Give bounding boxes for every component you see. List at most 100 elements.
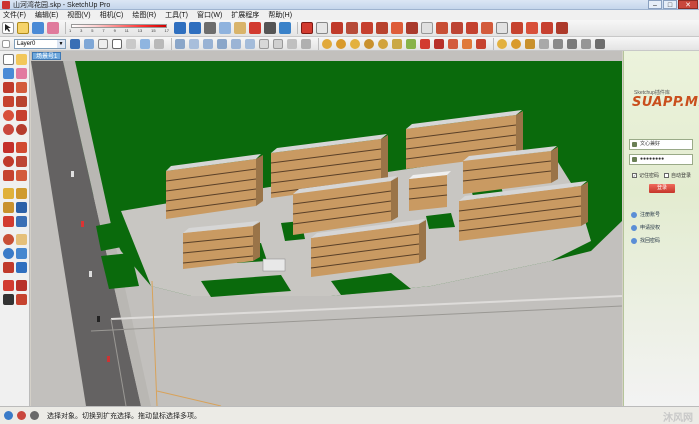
su-logo-icon[interactable] <box>301 22 313 34</box>
shaded-textures-icon[interactable] <box>140 38 150 49</box>
plugin-b-icon[interactable] <box>350 38 360 49</box>
select-tool-icon[interactable] <box>3 54 14 65</box>
menu-extensions[interactable]: 扩展程序 <box>231 10 259 20</box>
home-icon[interactable] <box>259 38 269 49</box>
delete-icon[interactable] <box>249 22 261 34</box>
scale-icon[interactable] <box>3 170 14 181</box>
3d-text-tool-icon[interactable] <box>16 216 27 227</box>
menu-view[interactable]: 视图(V) <box>67 10 90 20</box>
plugin-f-icon[interactable] <box>406 38 416 49</box>
monochrome-icon[interactable] <box>154 38 164 49</box>
fog-icon[interactable] <box>301 38 311 49</box>
plugin-i-icon[interactable] <box>448 38 458 49</box>
right-view-icon[interactable] <box>217 38 227 49</box>
plugin-e-icon[interactable] <box>392 38 402 49</box>
menu-camera[interactable]: 相机(C) <box>100 10 124 20</box>
select-icon[interactable] <box>2 22 14 34</box>
paint-icon[interactable] <box>32 22 44 34</box>
copy-icon[interactable] <box>219 22 231 34</box>
orbit-icon[interactable] <box>346 22 358 34</box>
remember-password-checkbox[interactable]: ✓ 记住密码 <box>632 172 659 179</box>
tape-measure-icon[interactable] <box>3 188 14 199</box>
rotated-rect-icon[interactable] <box>16 96 27 107</box>
eraser-icon[interactable] <box>47 22 59 34</box>
help-icon[interactable] <box>30 411 39 420</box>
username-field[interactable]: 文心兼好 <box>629 139 693 150</box>
look-around-icon[interactable] <box>451 22 463 34</box>
component-icon[interactable] <box>17 22 29 34</box>
dimension-icon[interactable] <box>526 22 538 34</box>
back-view-icon[interactable] <box>231 38 241 49</box>
orbit-tool-icon[interactable] <box>3 234 14 245</box>
previous-view-icon[interactable] <box>16 262 27 273</box>
plugin-n-icon[interactable] <box>525 38 535 49</box>
arc-icon[interactable] <box>3 124 14 135</box>
previous-icon[interactable] <box>406 22 418 34</box>
menu-draw[interactable]: 绘图(R) <box>132 10 156 20</box>
face-style-icon[interactable] <box>84 38 94 49</box>
dimension-tool-icon[interactable] <box>16 188 27 199</box>
zoom-tool-icon[interactable] <box>3 248 14 259</box>
plugin-k-icon[interactable] <box>476 38 486 49</box>
look-around-tool-icon[interactable] <box>16 280 27 291</box>
pan-icon[interactable] <box>361 22 373 34</box>
apply-license-link[interactable]: 申请授权 <box>631 224 660 231</box>
menu-window[interactable]: 窗口(W) <box>197 10 222 20</box>
make-component-icon[interactable] <box>16 54 27 65</box>
walk-icon[interactable] <box>436 22 448 34</box>
display-section-icon[interactable] <box>481 22 493 34</box>
menu-file[interactable]: 文件(F) <box>3 10 26 20</box>
plugin-d-icon[interactable] <box>378 38 388 49</box>
print-icon[interactable] <box>264 22 276 34</box>
hidden-line-icon[interactable] <box>112 38 122 49</box>
eraser-tool-icon[interactable] <box>16 68 27 79</box>
plugin-s-icon[interactable] <box>595 38 605 49</box>
plugin-g-icon[interactable] <box>420 38 430 49</box>
walk-tool-icon[interactable] <box>3 294 14 305</box>
zoom-window-tool-icon[interactable] <box>16 248 27 259</box>
plugin-m-icon[interactable] <box>511 38 521 49</box>
minimize-button[interactable]: – <box>648 0 662 9</box>
zoom-extents-tool-icon[interactable] <box>3 262 14 273</box>
model-info-icon[interactable] <box>279 22 291 34</box>
zoom-icon[interactable] <box>316 22 328 34</box>
plugin-q-icon[interactable] <box>567 38 577 49</box>
circle-icon[interactable] <box>3 110 14 121</box>
pie-icon[interactable] <box>16 124 27 135</box>
house-icon[interactable] <box>273 38 283 49</box>
plugin-l-icon[interactable] <box>497 38 507 49</box>
axes-icon[interactable] <box>496 22 508 34</box>
zoom-window-icon[interactable] <box>376 22 388 34</box>
plugin-h-icon[interactable] <box>434 38 444 49</box>
scene-tab[interactable]: 场景号1 <box>32 52 62 60</box>
pan-tool-icon[interactable] <box>16 234 27 245</box>
polygon-icon[interactable] <box>16 110 27 121</box>
layer-dropdown[interactable]: Layer0 ▼ <box>14 38 66 49</box>
model-viewport[interactable]: 场景号1 <box>31 51 622 406</box>
iso-view-icon[interactable] <box>175 38 185 49</box>
layer-manager-icon[interactable] <box>70 38 80 49</box>
plugin-c-icon[interactable] <box>364 38 374 49</box>
layer-check-icon[interactable] <box>2 39 10 48</box>
position-camera-icon[interactable] <box>421 22 433 34</box>
auto-login-checkbox[interactable]: 自动登录 <box>664 172 691 179</box>
menu-tools[interactable]: 工具(T) <box>165 10 188 20</box>
password-field[interactable]: ●●●●●●●● <box>629 154 693 165</box>
paste-icon[interactable] <box>234 22 246 34</box>
menu-edit[interactable]: 编辑(E) <box>35 10 58 20</box>
section-tool-icon[interactable] <box>16 294 27 305</box>
redo-icon[interactable] <box>189 22 201 34</box>
guide-icon[interactable] <box>511 22 523 34</box>
plugin-r-icon[interactable] <box>581 38 591 49</box>
front-view-icon[interactable] <box>203 38 213 49</box>
camera-icon[interactable] <box>331 22 343 34</box>
protractor-icon[interactable] <box>3 202 14 213</box>
undo-icon[interactable] <box>174 22 186 34</box>
section-plane-icon[interactable] <box>466 22 478 34</box>
shaded-icon[interactable] <box>126 38 136 49</box>
sandbox-icon[interactable] <box>322 38 332 49</box>
login-button[interactable]: 登录 <box>649 184 675 193</box>
recover-password-link[interactable]: 找回密码 <box>631 237 660 244</box>
axes-tool-icon[interactable] <box>3 216 14 227</box>
follow-me-icon[interactable] <box>16 156 27 167</box>
